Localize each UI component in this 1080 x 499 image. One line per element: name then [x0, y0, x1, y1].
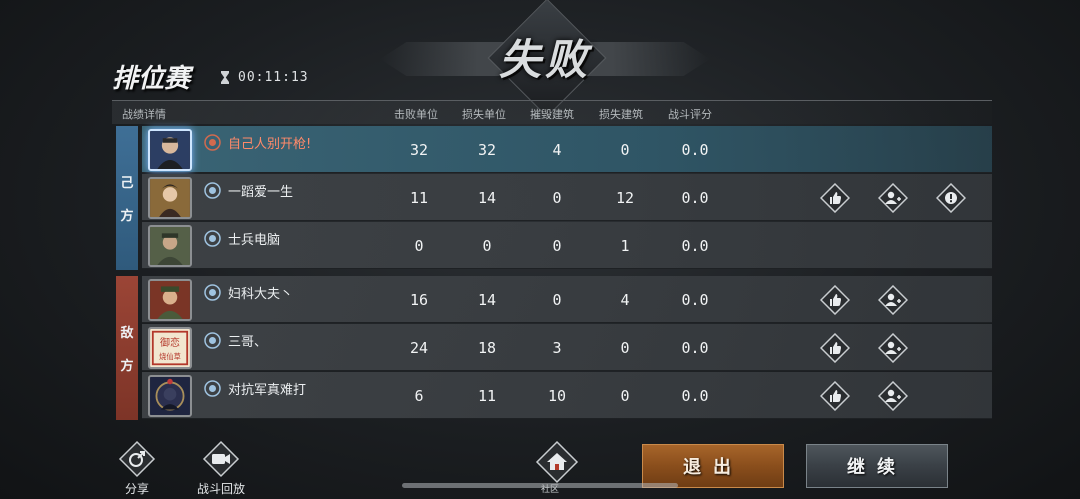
stat-kills: 6 — [414, 387, 424, 405]
col-buildings-destroyed: 摧毁建筑 — [530, 108, 574, 121]
continue-button[interactable]: 继续 — [806, 444, 948, 488]
stat-battle-score: 0.0 — [681, 387, 709, 405]
player-row[interactable]: 妇科大夫丶 16 14 0 4 0.0 — [142, 276, 992, 323]
rank-badge-icon — [204, 182, 221, 199]
hourglass-icon — [221, 71, 229, 84]
share-button[interactable]: 分享 — [114, 440, 160, 497]
like-icon[interactable] — [820, 333, 850, 363]
rank-badge-icon — [204, 230, 221, 247]
ally-team-label: 己 方 — [116, 126, 138, 270]
stat-losses: 11 — [477, 387, 497, 405]
player-row-self[interactable]: 自己人别开枪! 32 32 4 0 0.0 — [142, 126, 992, 173]
stat-buildings-lost: 0 — [620, 387, 630, 405]
stat-buildings-lost: 0 — [620, 141, 630, 159]
stat-battle-score: 0.0 — [681, 237, 709, 255]
col-battle-score: 战斗评分 — [668, 108, 712, 121]
player-name: 士兵电脑 — [228, 233, 281, 248]
player-avatar[interactable] — [148, 129, 192, 171]
stat-battle-score: 0.0 — [681, 291, 709, 309]
stat-buildings-destroyed: 0 — [552, 291, 562, 309]
col-losses: 损失单位 — [462, 108, 506, 121]
player-row[interactable]: 对抗军真难打 6 11 10 0 0.0 — [142, 372, 992, 419]
replay-icon — [202, 440, 240, 478]
stat-battle-score: 0.0 — [681, 339, 709, 357]
player-avatar[interactable] — [148, 225, 192, 267]
stat-buildings-lost: 1 — [620, 237, 630, 255]
mode-title: 排位赛 — [112, 64, 191, 94]
stat-buildings-lost: 12 — [615, 189, 635, 207]
stat-losses: 18 — [477, 339, 497, 357]
stat-kills: 0 — [414, 237, 424, 255]
player-avatar[interactable]: 御恋 烧仙草 — [148, 327, 192, 369]
player-row[interactable]: 御恋 烧仙草 三哥、 24 18 3 0 0.0 — [142, 324, 992, 371]
exit-button[interactable]: 退出 — [642, 444, 784, 488]
home-indicator-bar[interactable] — [402, 483, 678, 488]
col-buildings-lost: 损失建筑 — [599, 108, 643, 121]
player-name: 妇科大夫丶 — [228, 287, 294, 302]
svg-text:烧仙草: 烧仙草 — [159, 352, 181, 361]
report-icon[interactable] — [936, 183, 966, 213]
stat-losses: 14 — [477, 291, 497, 309]
player-row[interactable]: 一蹈爱一生 11 14 0 12 0.0 — [142, 174, 992, 221]
svg-text:御恋: 御恋 — [160, 336, 180, 349]
rank-badge-icon — [204, 134, 221, 151]
stat-kills: 24 — [409, 339, 429, 357]
home-icon[interactable] — [535, 440, 579, 484]
share-icon — [118, 440, 156, 478]
table-header: 战绩详情 击败单位 损失单位 摧毁建筑 损失建筑 战斗评分 — [112, 100, 992, 124]
stat-kills: 11 — [409, 189, 429, 207]
col-kills: 击败单位 — [394, 108, 438, 121]
stat-kills: 16 — [409, 291, 429, 309]
stat-battle-score: 0.0 — [681, 141, 709, 159]
rank-badge-icon — [204, 380, 221, 397]
add-friend-icon[interactable] — [878, 285, 908, 315]
player-avatar[interactable] — [148, 279, 192, 321]
player-name: 三哥、 — [228, 335, 268, 350]
stat-buildings-destroyed: 0 — [552, 189, 562, 207]
player-avatar[interactable] — [148, 375, 192, 417]
stat-losses: 0 — [482, 237, 492, 255]
stat-kills: 32 — [409, 141, 429, 159]
stat-buildings-destroyed: 0 — [552, 237, 562, 255]
like-icon[interactable] — [820, 381, 850, 411]
rank-badge-icon — [204, 332, 221, 349]
rank-badge-icon — [204, 284, 221, 301]
enemy-team-label: 敌 方 — [116, 276, 138, 420]
stat-buildings-destroyed: 10 — [547, 387, 567, 405]
player-avatar[interactable] — [148, 177, 192, 219]
stat-buildings-lost: 0 — [620, 339, 630, 357]
player-row[interactable]: 士兵电脑 0 0 0 1 0.0 — [142, 222, 992, 269]
replay-button[interactable]: 战斗回放 — [190, 440, 252, 497]
like-icon[interactable] — [820, 183, 850, 213]
stat-battle-score: 0.0 — [681, 189, 709, 207]
stat-buildings-lost: 4 — [620, 291, 630, 309]
stat-buildings-destroyed: 4 — [552, 141, 562, 159]
stat-losses: 14 — [477, 189, 497, 207]
share-label: 分享 — [124, 482, 149, 496]
section-label: 战绩详情 — [122, 108, 166, 121]
like-icon[interactable] — [820, 285, 850, 315]
add-friend-icon[interactable] — [878, 183, 908, 213]
stat-buildings-destroyed: 3 — [552, 339, 562, 357]
player-name: 对抗军真难打 — [228, 383, 307, 398]
player-name: 自己人别开枪! — [228, 137, 312, 152]
add-friend-icon[interactable] — [878, 333, 908, 363]
result-title: 失败 — [498, 35, 591, 84]
stat-losses: 32 — [477, 141, 497, 159]
replay-label: 战斗回放 — [196, 482, 245, 496]
match-timer: 00:11:13 — [238, 70, 309, 85]
player-name: 一蹈爱一生 — [228, 185, 294, 200]
add-friend-icon[interactable] — [878, 381, 908, 411]
